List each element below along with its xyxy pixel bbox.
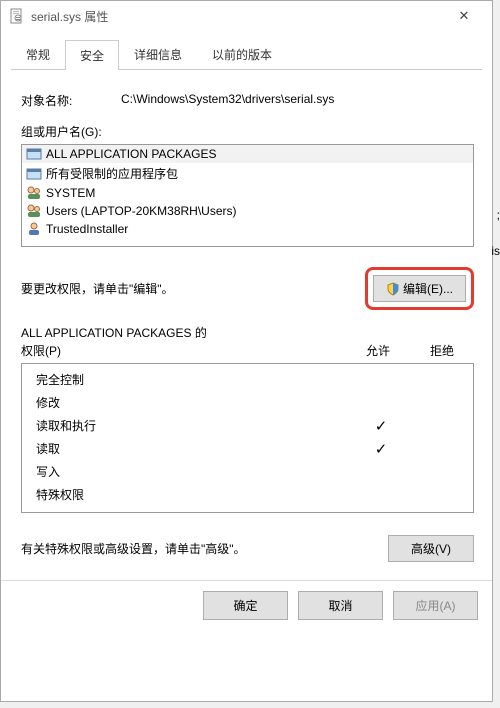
side-mark: is bbox=[491, 244, 500, 258]
edit-button[interactable]: 编辑(E)... bbox=[373, 275, 466, 302]
perm-name: 修改 bbox=[30, 394, 353, 411]
titlebar: serial.sys 属性 ✕ bbox=[1, 1, 492, 31]
edit-highlight: 编辑(E)... bbox=[365, 267, 474, 310]
close-icon[interactable]: ✕ bbox=[444, 8, 484, 24]
tab-security[interactable]: 安全 bbox=[65, 40, 119, 70]
deny-header: 拒绝 bbox=[430, 342, 454, 359]
list-item-label: Users (LAPTOP-20KM38RH\Users) bbox=[46, 204, 237, 218]
tab-content: 对象名称: C:\Windows\System32\drivers\serial… bbox=[1, 70, 492, 562]
footer: 确定 取消 应用(A) bbox=[1, 581, 492, 630]
object-path: C:\Windows\System32\drivers\serial.sys bbox=[121, 92, 474, 109]
groups-label: 组或用户名(G): bbox=[21, 123, 474, 140]
allow-header: 允许 bbox=[366, 342, 390, 359]
list-item[interactable]: TrustedInstaller bbox=[22, 220, 473, 238]
tab-details[interactable]: 详细信息 bbox=[119, 39, 197, 69]
perm-header: 权限(P) 允许 拒绝 bbox=[21, 342, 474, 359]
user-icon bbox=[26, 222, 42, 236]
edit-row: 要更改权限，请单击"编辑"。 编辑(E)... bbox=[21, 267, 474, 310]
file-icon bbox=[9, 8, 25, 24]
users-icon bbox=[26, 204, 42, 218]
perm-name: 完全控制 bbox=[30, 371, 353, 388]
package-icon bbox=[26, 167, 42, 181]
apply-button[interactable]: 应用(A) bbox=[393, 591, 478, 620]
perm-title-prefix: ALL APPLICATION PACKAGES 的 bbox=[21, 324, 474, 341]
tab-previous[interactable]: 以前的版本 bbox=[197, 39, 287, 69]
package-icon bbox=[26, 147, 42, 161]
permissions-box: 完全控制 修改 读取和执行 ✓ 读取 ✓ 写入 bbox=[21, 363, 474, 513]
perm-name: 写入 bbox=[30, 463, 353, 480]
advanced-button[interactable]: 高级(V) bbox=[388, 535, 474, 562]
list-item[interactable]: SYSTEM bbox=[22, 184, 473, 202]
tab-details-label: 详细信息 bbox=[134, 48, 182, 62]
cancel-label: 取消 bbox=[328, 599, 352, 613]
window-title: serial.sys 属性 bbox=[31, 8, 444, 25]
groups-listbox[interactable]: ALL APPLICATION PACKAGES 所有受限制的应用程序包 SYS… bbox=[21, 144, 474, 247]
check-icon: ✓ bbox=[353, 440, 409, 458]
perm-name: 特殊权限 bbox=[30, 486, 353, 503]
list-item-label: TrustedInstaller bbox=[46, 222, 128, 236]
list-item-label: SYSTEM bbox=[46, 186, 95, 200]
advanced-row: 有关特殊权限或高级设置，请单击"高级"。 高级(V) bbox=[21, 535, 474, 562]
tab-general-label: 常规 bbox=[26, 48, 50, 62]
list-item[interactable]: 所有受限制的应用程序包 bbox=[22, 163, 473, 184]
shield-icon bbox=[386, 282, 400, 296]
perm-name: 读取 bbox=[30, 440, 353, 457]
object-label: 对象名称: bbox=[21, 92, 121, 109]
advanced-hint: 有关特殊权限或高级设置，请单击"高级"。 bbox=[21, 540, 246, 557]
ok-label: 确定 bbox=[233, 599, 257, 613]
perm-row: 修改 bbox=[30, 391, 465, 414]
properties-dialog: serial.sys 属性 ✕ 常规 安全 详细信息 以前的版本 对象名称: C… bbox=[0, 0, 493, 702]
cancel-button[interactable]: 取消 bbox=[298, 591, 383, 620]
object-row: 对象名称: C:\Windows\System32\drivers\serial… bbox=[21, 92, 474, 109]
users-icon bbox=[26, 186, 42, 200]
list-item-label: ALL APPLICATION PACKAGES bbox=[46, 147, 217, 161]
apply-label: 应用(A) bbox=[416, 599, 456, 613]
tab-security-label: 安全 bbox=[80, 49, 104, 63]
perm-row: 写入 bbox=[30, 460, 465, 483]
side-mark: ; bbox=[497, 208, 500, 222]
edit-hint: 要更改权限，请单击"编辑"。 bbox=[21, 280, 174, 297]
tab-previous-label: 以前的版本 bbox=[212, 48, 272, 62]
tab-general[interactable]: 常规 bbox=[11, 39, 65, 69]
list-item[interactable]: ALL APPLICATION PACKAGES bbox=[22, 145, 473, 163]
tab-strip: 常规 安全 详细信息 以前的版本 bbox=[1, 31, 492, 69]
advanced-button-label: 高级(V) bbox=[411, 542, 451, 556]
list-item-label: 所有受限制的应用程序包 bbox=[46, 165, 178, 182]
ok-button[interactable]: 确定 bbox=[203, 591, 288, 620]
perm-title-suffix: 权限(P) bbox=[21, 342, 61, 359]
perm-row: 读取 ✓ bbox=[30, 437, 465, 460]
perm-name: 读取和执行 bbox=[30, 417, 353, 434]
check-icon: ✓ bbox=[353, 417, 409, 435]
perm-row: 读取和执行 ✓ bbox=[30, 414, 465, 437]
perm-row: 完全控制 bbox=[30, 368, 465, 391]
list-item[interactable]: Users (LAPTOP-20KM38RH\Users) bbox=[22, 202, 473, 220]
edit-button-label: 编辑(E)... bbox=[403, 280, 453, 297]
perm-row: 特殊权限 bbox=[30, 483, 465, 506]
